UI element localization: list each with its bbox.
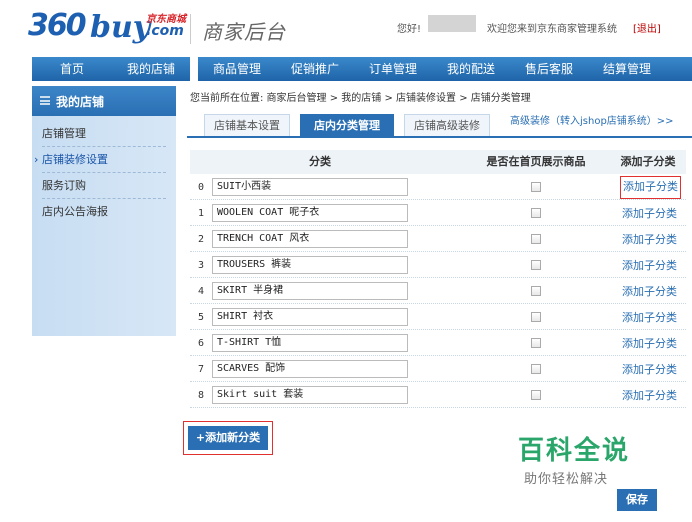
sidebar-title: 我的店铺 — [56, 95, 105, 109]
nav-home[interactable]: 首页 — [32, 57, 112, 81]
col-category: 分类 — [309, 155, 331, 168]
greeting: 您好! — [397, 24, 422, 35]
tab-store-basic-settings[interactable]: 店铺基本设置 — [204, 114, 290, 136]
tab-advanced-decoration[interactable]: 店铺高级装修 — [404, 114, 490, 136]
add-subcategory-link[interactable]: 添加子分类 — [622, 254, 677, 277]
category-name-input[interactable]: WOOLEN COAT 呢子衣 — [212, 204, 408, 222]
menu-icon — [40, 96, 50, 105]
nav-settlement[interactable]: 结算管理 — [588, 57, 666, 81]
top-header: 360 buy 京东商城 .com 商家后台 您好! 欢迎您来到京东商家管理系统… — [0, 0, 692, 52]
row-index: 8 — [197, 390, 205, 401]
table-row: 2 TRENCH COAT 风衣 添加子分类 — [190, 228, 686, 252]
watermark-title: 百科全说 — [518, 436, 631, 466]
show-on-home-checkbox[interactable] — [531, 286, 541, 296]
logout-link[interactable]: [退出] — [633, 20, 661, 35]
row-index: 4 — [197, 286, 205, 297]
category-name-input[interactable]: SCARVES 配饰 — [212, 360, 408, 378]
main-nav: 首页 我的店铺 商品管理 促销推广 订单管理 我的配送 售后客服 结算管理 — [32, 57, 692, 81]
breadcrumb: 您当前所在位置: 商家后台管理 > 我的店铺 > 店铺装修设置 > 店铺分类管理 — [190, 93, 531, 104]
table-row: 4 SKIRT 半身裙 添加子分类 — [190, 280, 686, 304]
col-show-home: 是否在首页展示商品 — [486, 155, 586, 168]
row-index: 3 — [197, 260, 205, 271]
site-title: 商家后台 — [202, 20, 286, 44]
show-on-home-checkbox[interactable] — [531, 182, 541, 192]
category-name-input[interactable]: T-SHIRT T恤 — [212, 334, 408, 352]
sidebar: 我的店铺 店铺管理 › 店铺装修设置 服务订购 店内公告海报 — [32, 86, 176, 336]
sidebar-item-notice-poster[interactable]: 店内公告海报 — [42, 200, 166, 224]
show-on-home-checkbox[interactable] — [531, 234, 541, 244]
table-row: 7 SCARVES 配饰 添加子分类 — [190, 358, 686, 382]
logo-number: 360 — [28, 8, 87, 43]
add-subcategory-link[interactable]: 添加子分类 — [622, 306, 677, 329]
row-index: 2 — [197, 234, 205, 245]
nav-separator — [190, 57, 198, 81]
tabs-underline — [187, 136, 692, 138]
nav-promotion[interactable]: 促销推广 — [276, 57, 354, 81]
sidebar-item-label: 店铺装修设置 — [42, 153, 108, 166]
row-index: 6 — [197, 338, 205, 349]
show-on-home-checkbox[interactable] — [531, 390, 541, 400]
add-subcategory-link[interactable]: 添加子分类 — [622, 280, 677, 303]
category-name-input[interactable]: TRENCH COAT 风衣 — [212, 230, 408, 248]
category-name-input[interactable]: SHIRT 衬衣 — [212, 308, 408, 326]
category-name-input[interactable]: TROUSERS 裤装 — [212, 256, 408, 274]
show-on-home-checkbox[interactable] — [531, 364, 541, 374]
logo-com: .com — [146, 23, 184, 39]
category-name-input[interactable]: Skirt suit 套装 — [212, 386, 408, 404]
nav-products[interactable]: 商品管理 — [198, 57, 276, 81]
table-row: 3 TROUSERS 裤装 添加子分类 — [190, 254, 686, 278]
table-row: 5 SHIRT 衬衣 添加子分类 — [190, 306, 686, 330]
chevron-right-icon: › — [34, 153, 39, 166]
show-on-home-checkbox[interactable] — [531, 208, 541, 218]
table-header: 分类 是否在首页展示商品 添加子分类 — [190, 150, 686, 174]
show-on-home-checkbox[interactable] — [531, 260, 541, 270]
category-name-input[interactable]: SKIRT 半身裙 — [212, 282, 408, 300]
nav-orders[interactable]: 订单管理 — [354, 57, 432, 81]
nav-delivery[interactable]: 我的配送 — [432, 57, 510, 81]
welcome-text: 欢迎您来到京东商家管理系统 — [487, 24, 617, 35]
col-add-sub: 添加子分类 — [620, 155, 676, 168]
add-category-highlight: +添加新分类 — [183, 421, 273, 455]
add-subcategory-link[interactable]: 添加子分类 — [622, 332, 677, 355]
add-subcategory-link[interactable]: 添加子分类 — [622, 384, 677, 407]
watermark-subtitle: 助你轻松解决 — [524, 472, 609, 487]
header-divider — [190, 14, 191, 44]
add-subcategory-link[interactable]: 添加子分类 — [622, 202, 677, 225]
show-on-home-checkbox[interactable] — [531, 338, 541, 348]
sidebar-header: 我的店铺 — [32, 86, 176, 116]
logo-buy: buy — [90, 10, 151, 45]
sidebar-item-store-decoration[interactable]: › 店铺装修设置 — [34, 148, 166, 173]
table-row: 6 T-SHIRT T恤 添加子分类 — [190, 332, 686, 356]
row-index: 7 — [197, 364, 205, 375]
row-index: 0 — [197, 182, 205, 193]
add-subcategory-link[interactable]: 添加子分类 — [620, 176, 681, 199]
table-row: 0 SUIT小西装 添加子分类 — [190, 176, 686, 200]
sidebar-item-store-management[interactable]: 店铺管理 — [42, 122, 166, 147]
save-button[interactable]: 保存 — [617, 489, 657, 511]
row-index: 5 — [197, 312, 205, 323]
row-index: 1 — [197, 208, 205, 219]
nav-my-store[interactable]: 我的店铺 — [112, 57, 190, 81]
table-row: 8 Skirt suit 套装 添加子分类 — [190, 384, 686, 408]
show-on-home-checkbox[interactable] — [531, 312, 541, 322]
tab-category-management[interactable]: 店内分类管理 — [300, 114, 394, 136]
advanced-decoration-link[interactable]: 高级装修（转入jshop店铺系统）>> — [510, 112, 674, 127]
username-redacted — [428, 15, 476, 32]
category-name-input[interactable]: SUIT小西装 — [212, 178, 408, 196]
sidebar-item-service-order[interactable]: 服务订购 — [42, 174, 166, 199]
table-row: 1 WOOLEN COAT 呢子衣 添加子分类 — [190, 202, 686, 226]
add-subcategory-link[interactable]: 添加子分类 — [622, 228, 677, 251]
add-subcategory-link[interactable]: 添加子分类 — [622, 358, 677, 381]
add-category-button[interactable]: +添加新分类 — [188, 426, 268, 450]
nav-service[interactable]: 售后客服 — [510, 57, 588, 81]
